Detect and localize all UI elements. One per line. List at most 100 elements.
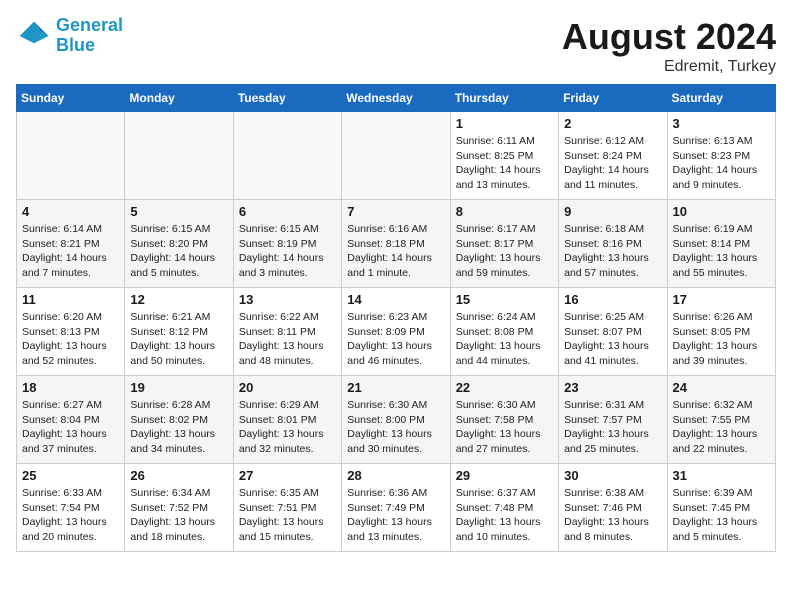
day-number: 26 [130,468,227,483]
calendar-cell: 12 Sunrise: 6:21 AM Sunset: 8:12 PM Dayli… [125,288,233,376]
calendar-body: 1 Sunrise: 6:11 AM Sunset: 8:25 PM Daylig… [17,112,776,552]
calendar-cell: 9 Sunrise: 6:18 AM Sunset: 8:16 PM Daylig… [559,200,667,288]
page-header: General Blue August 2024 Edremit, Turkey [16,16,776,76]
title-block: August 2024 Edremit, Turkey [562,16,776,76]
calendar-cell: 17 Sunrise: 6:26 AM Sunset: 8:05 PM Dayli… [667,288,775,376]
weekday-header: Wednesday [342,85,450,112]
day-number: 21 [347,380,444,395]
calendar-cell: 1 Sunrise: 6:11 AM Sunset: 8:25 PM Daylig… [450,112,558,200]
day-number: 6 [239,204,336,219]
day-info: Sunrise: 6:36 AM Sunset: 7:49 PM Dayligh… [347,486,444,545]
day-number: 27 [239,468,336,483]
day-number: 23 [564,380,661,395]
calendar-week-row: 11Sunrise: 6:20 AM Sunset: 8:13 PM Dayli… [17,288,776,376]
day-number: 15 [456,292,553,307]
calendar-cell: 16 Sunrise: 6:25 AM Sunset: 8:07 PM Dayli… [559,288,667,376]
calendar-cell: 18 Sunrise: 6:27 AM Sunset: 8:04 PM Dayli… [17,376,125,464]
calendar-cell: 26Sunrise: 6:34 AM Sunset: 7:52 PM Dayli… [125,464,233,552]
day-info: Sunrise: 6:38 AM Sunset: 7:46 PM Dayligh… [564,486,661,545]
calendar-cell [233,112,341,200]
calendar-cell [17,112,125,200]
day-info: Sunrise: 6:28 AM Sunset: 8:02 PM Dayligh… [130,398,227,457]
location-subtitle: Edremit, Turkey [562,58,776,76]
day-number: 1 [456,116,553,131]
calendar-cell: 30 Sunrise: 6:38 AM Sunset: 7:46 PM Dayli… [559,464,667,552]
calendar-cell: 7 Sunrise: 6:16 AM Sunset: 8:18 PM Daylig… [342,200,450,288]
weekday-header: Friday [559,85,667,112]
day-number: 2 [564,116,661,131]
calendar-week-row: 4Sunrise: 6:14 AM Sunset: 8:21 PM Daylig… [17,200,776,288]
day-number: 18 [22,380,119,395]
day-number: 8 [456,204,553,219]
day-number: 12 [130,292,227,307]
day-info: Sunrise: 6:24 AM Sunset: 8:08 PM Dayligh… [456,310,553,369]
day-info: Sunrise: 6:31 AM Sunset: 7:57 PM Dayligh… [564,398,661,457]
calendar-cell: 11Sunrise: 6:20 AM Sunset: 8:13 PM Dayli… [17,288,125,376]
weekday-header: Monday [125,85,233,112]
day-number: 19 [130,380,227,395]
day-info: Sunrise: 6:26 AM Sunset: 8:05 PM Dayligh… [673,310,770,369]
day-info: Sunrise: 6:30 AM Sunset: 7:58 PM Dayligh… [456,398,553,457]
day-number: 17 [673,292,770,307]
day-info: Sunrise: 6:18 AM Sunset: 8:16 PM Dayligh… [564,222,661,281]
day-number: 16 [564,292,661,307]
day-number: 25 [22,468,119,483]
calendar-cell: 15 Sunrise: 6:24 AM Sunset: 8:08 PM Dayli… [450,288,558,376]
weekday-header: Sunday [17,85,125,112]
day-info: Sunrise: 6:17 AM Sunset: 8:17 PM Dayligh… [456,222,553,281]
calendar-cell: 3Sunrise: 6:13 AM Sunset: 8:23 PM Daylig… [667,112,775,200]
day-info: Sunrise: 6:12 AM Sunset: 8:24 PM Dayligh… [564,134,661,193]
day-number: 24 [673,380,770,395]
day-number: 7 [347,204,444,219]
day-info: Sunrise: 6:39 AM Sunset: 7:45 PM Dayligh… [673,486,770,545]
day-info: Sunrise: 6:23 AM Sunset: 8:09 PM Dayligh… [347,310,444,369]
logo-line2: Blue [56,35,95,55]
day-info: Sunrise: 6:32 AM Sunset: 7:55 PM Dayligh… [673,398,770,457]
calendar-cell: 13 Sunrise: 6:22 AM Sunset: 8:11 PM Dayli… [233,288,341,376]
day-number: 11 [22,292,119,307]
day-info: Sunrise: 6:30 AM Sunset: 8:00 PM Dayligh… [347,398,444,457]
calendar-cell: 4Sunrise: 6:14 AM Sunset: 8:21 PM Daylig… [17,200,125,288]
day-info: Sunrise: 6:19 AM Sunset: 8:14 PM Dayligh… [673,222,770,281]
calendar-cell [125,112,233,200]
day-info: Sunrise: 6:21 AM Sunset: 8:12 PM Dayligh… [130,310,227,369]
calendar-cell: 8 Sunrise: 6:17 AM Sunset: 8:17 PM Daylig… [450,200,558,288]
logo-line1: General [56,15,123,35]
calendar-week-row: 25 Sunrise: 6:33 AM Sunset: 7:54 PM Dayli… [17,464,776,552]
day-info: Sunrise: 6:29 AM Sunset: 8:01 PM Dayligh… [239,398,336,457]
day-info: Sunrise: 6:35 AM Sunset: 7:51 PM Dayligh… [239,486,336,545]
day-info: Sunrise: 6:16 AM Sunset: 8:18 PM Dayligh… [347,222,444,281]
day-info: Sunrise: 6:13 AM Sunset: 8:23 PM Dayligh… [673,134,770,193]
calendar-cell: 31Sunrise: 6:39 AM Sunset: 7:45 PM Dayli… [667,464,775,552]
day-number: 9 [564,204,661,219]
day-info: Sunrise: 6:14 AM Sunset: 8:21 PM Dayligh… [22,222,119,281]
weekday-header: Saturday [667,85,775,112]
calendar-week-row: 1 Sunrise: 6:11 AM Sunset: 8:25 PM Daylig… [17,112,776,200]
day-info: Sunrise: 6:22 AM Sunset: 8:11 PM Dayligh… [239,310,336,369]
day-info: Sunrise: 6:33 AM Sunset: 7:54 PM Dayligh… [22,486,119,545]
day-info: Sunrise: 6:27 AM Sunset: 8:04 PM Dayligh… [22,398,119,457]
calendar-cell: 21 Sunrise: 6:30 AM Sunset: 8:00 PM Dayli… [342,376,450,464]
day-number: 30 [564,468,661,483]
day-info: Sunrise: 6:15 AM Sunset: 8:20 PM Dayligh… [130,222,227,281]
calendar-cell: 29 Sunrise: 6:37 AM Sunset: 7:48 PM Dayli… [450,464,558,552]
calendar-cell: 19 Sunrise: 6:28 AM Sunset: 8:02 PM Dayli… [125,376,233,464]
day-info: Sunrise: 6:25 AM Sunset: 8:07 PM Dayligh… [564,310,661,369]
day-info: Sunrise: 6:37 AM Sunset: 7:48 PM Dayligh… [456,486,553,545]
day-number: 13 [239,292,336,307]
logo-text: General Blue [56,16,123,56]
day-number: 22 [456,380,553,395]
calendar-cell: 6Sunrise: 6:15 AM Sunset: 8:19 PM Daylig… [233,200,341,288]
day-number: 29 [456,468,553,483]
day-number: 5 [130,204,227,219]
calendar-cell: 24 Sunrise: 6:32 AM Sunset: 7:55 PM Dayli… [667,376,775,464]
logo: General Blue [16,16,123,56]
day-info: Sunrise: 6:11 AM Sunset: 8:25 PM Dayligh… [456,134,553,193]
calendar-header-row: SundayMondayTuesdayWednesdayThursdayFrid… [17,85,776,112]
day-number: 14 [347,292,444,307]
day-number: 20 [239,380,336,395]
weekday-header: Tuesday [233,85,341,112]
calendar-cell: 10Sunrise: 6:19 AM Sunset: 8:14 PM Dayli… [667,200,775,288]
calendar-cell: 2 Sunrise: 6:12 AM Sunset: 8:24 PM Daylig… [559,112,667,200]
calendar-cell: 14 Sunrise: 6:23 AM Sunset: 8:09 PM Dayli… [342,288,450,376]
